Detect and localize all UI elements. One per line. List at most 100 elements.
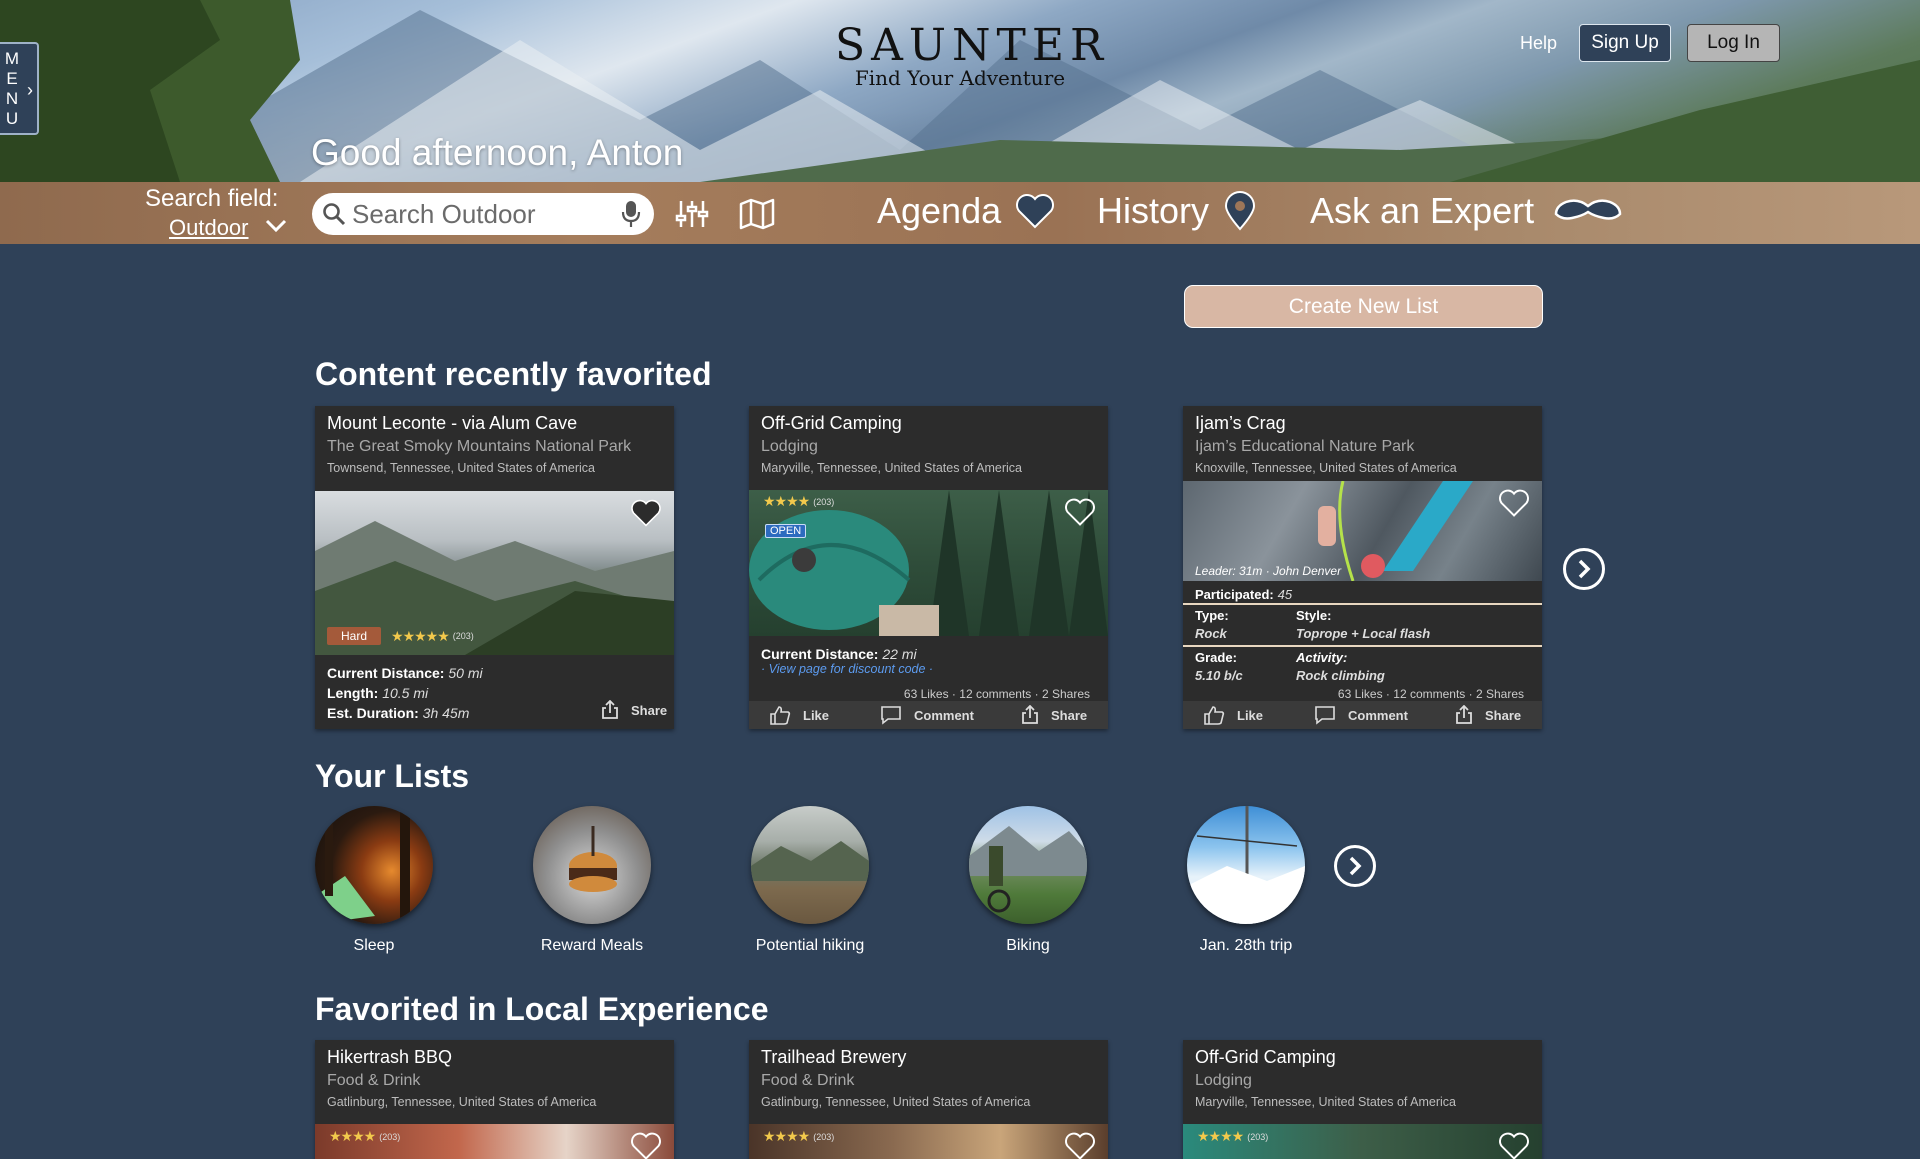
camping-photo[interactable]: ★★★★ (203) <box>1183 1124 1542 1159</box>
heart-outline-icon[interactable] <box>1064 1132 1096 1159</box>
menu-tab[interactable]: M E N U › <box>0 42 39 135</box>
list-label[interactable]: Potential hiking <box>720 937 900 955</box>
microphone-icon[interactable] <box>620 199 642 229</box>
card-subtitle: Food & Drink <box>761 1072 855 1089</box>
share-button[interactable]: Share <box>601 700 667 720</box>
camping-photo[interactable]: ★★★★ (203) OPEN <box>749 490 1108 636</box>
recent-card-crag[interactable]: Ijam’s Crag Ijam’s Educational Nature Pa… <box>1183 406 1542 729</box>
comment-button[interactable]: Comment <box>880 705 974 725</box>
detail-label: Participated: <box>1195 587 1274 602</box>
bbq-photo[interactable]: ★★★★ (203) <box>315 1124 674 1159</box>
card-title: Off-Grid Camping <box>761 413 902 433</box>
map-pin-icon <box>1225 191 1256 231</box>
leader-info: Leader: 31m · John Denver <box>1195 564 1342 578</box>
nav-agenda[interactable]: Agenda <box>877 190 1055 232</box>
help-link[interactable]: Help <box>1520 33 1557 54</box>
list-label[interactable]: Jan. 28th trip <box>1156 937 1336 955</box>
local-card-bbq[interactable]: Hikertrash BBQ Food & Drink Gatlinburg, … <box>315 1040 674 1159</box>
nav-history[interactable]: History <box>1097 190 1257 232</box>
list-label[interactable]: Reward Meals <box>502 937 682 955</box>
rating-count: (203) <box>813 1131 835 1142</box>
heart-icon <box>1016 194 1055 229</box>
rating-count: (203) <box>813 496 835 507</box>
create-new-list-button[interactable]: Create New List <box>1184 285 1543 328</box>
list-label[interactable]: Biking <box>938 937 1118 955</box>
star-rating: ★★★★★ <box>391 627 450 644</box>
card-title: Trailhead Brewery <box>761 1047 907 1067</box>
duration-value: 3h 45m <box>422 705 470 721</box>
detail-label: Style: <box>1296 608 1332 623</box>
carousel-next-button[interactable] <box>1563 548 1605 590</box>
card-actions: Like Comment Share <box>749 701 1108 729</box>
thumbs-up-icon <box>770 706 791 725</box>
like-label: Like <box>803 707 830 723</box>
search-input[interactable] <box>352 198 612 230</box>
share-icon <box>1456 705 1472 724</box>
trail-photo[interactable]: Hard ★★★★★ (203) <box>315 491 674 655</box>
engagement-stats: 63 Likes · 12 comments · 2 Shares <box>1337 687 1524 701</box>
share-icon <box>1022 705 1038 724</box>
filter-sliders-icon[interactable] <box>675 199 709 234</box>
local-card-camping[interactable]: Off-Grid Camping Lodging Maryville, Tenn… <box>1183 1040 1542 1159</box>
brewery-photo[interactable]: ★★★★ (203) <box>749 1124 1108 1159</box>
comment-button[interactable]: Comment <box>1314 705 1408 725</box>
logo[interactable]: SAUNTER Find Your Adventure <box>835 20 1110 91</box>
heart-outline-icon[interactable] <box>1498 1132 1530 1159</box>
engagement-stats: 63 Likes · 12 comments · 2 Shares <box>903 687 1090 701</box>
list-thumbnail-jan-28th-trip[interactable] <box>1187 806 1305 924</box>
search-field-label: Search field: <box>145 185 279 212</box>
card-title: Mount Leconte - via Alum Cave <box>327 413 578 433</box>
recent-card-camping[interactable]: Off-Grid Camping Lodging Maryville, Tenn… <box>749 406 1108 729</box>
heart-filled-icon[interactable] <box>630 499 662 527</box>
greeting-text: Good afternoon, Anton <box>311 132 684 173</box>
share-icon <box>602 700 618 719</box>
like-button[interactable]: Like <box>1203 705 1263 725</box>
heart-outline-icon[interactable] <box>1498 489 1530 517</box>
nav-history-label: History <box>1097 190 1210 231</box>
chevron-down-icon[interactable] <box>264 214 288 240</box>
thumbs-up-icon <box>1204 706 1225 725</box>
list-thumbnail-potential-hiking[interactable] <box>751 806 869 924</box>
card-location: Maryville, Tennessee, United States of A… <box>1195 1095 1457 1109</box>
chevron-right-icon: › <box>27 80 33 100</box>
menu-letter: N <box>5 88 19 108</box>
card-location: Gatlinburg, Tennessee, United States of … <box>327 1095 597 1109</box>
climbing-photo[interactable]: Leader: 31m · John Denver <box>1183 481 1542 581</box>
chevron-right-icon <box>1349 856 1362 876</box>
share-button[interactable]: Share <box>1455 705 1521 725</box>
card-location: Gatlinburg, Tennessee, United States of … <box>761 1095 1031 1109</box>
sign-up-button[interactable]: Sign Up <box>1579 24 1671 62</box>
heart-outline-icon[interactable] <box>630 1132 662 1159</box>
card-actions: Like Comment Share <box>1183 701 1542 729</box>
card-title: Ijam’s Crag <box>1195 413 1286 433</box>
detail-label: Grade: <box>1195 650 1237 665</box>
log-in-button[interactable]: Log In <box>1687 24 1780 62</box>
search-icon <box>323 203 346 226</box>
comment-icon <box>1315 706 1335 725</box>
heart-outline-icon[interactable] <box>1064 498 1096 526</box>
nav-ask-expert[interactable]: Ask an Expert <box>1310 190 1622 232</box>
search-field-selector[interactable]: Outdoor <box>169 215 249 241</box>
card-subtitle: The Great Smoky Mountains National Park <box>327 438 632 455</box>
list-label[interactable]: Sleep <box>284 937 464 955</box>
rating-count: (203) <box>1247 1131 1269 1142</box>
lists-next-button[interactable] <box>1334 845 1376 887</box>
list-thumbnail-reward-meals[interactable] <box>533 806 651 924</box>
rating-count: (203) <box>452 631 474 641</box>
rating-count: (203) <box>379 1131 401 1142</box>
like-button[interactable]: Like <box>769 705 829 725</box>
logo-word: SAUNTER <box>835 20 1110 71</box>
local-card-brewery[interactable]: Trailhead Brewery Food & Drink Gatlinbur… <box>749 1040 1108 1159</box>
card-location: Maryville, Tennessee, United States of A… <box>761 461 1023 475</box>
menu-letter: M <box>4 48 20 68</box>
list-thumbnail-sleep[interactable] <box>315 806 433 924</box>
activity-value: Rock climbing <box>1296 668 1385 683</box>
share-button[interactable]: Share <box>1021 705 1087 725</box>
card-subtitle: Lodging <box>761 438 818 455</box>
list-thumbnail-biking[interactable] <box>969 806 1087 924</box>
mustache-icon <box>1554 199 1622 220</box>
discount-link[interactable]: · View page for discount code · <box>761 662 933 676</box>
recent-card-hike[interactable]: Mount Leconte - via Alum Cave The Great … <box>315 406 674 729</box>
map-icon[interactable] <box>739 198 775 235</box>
detail-label: Type: <box>1195 608 1229 623</box>
